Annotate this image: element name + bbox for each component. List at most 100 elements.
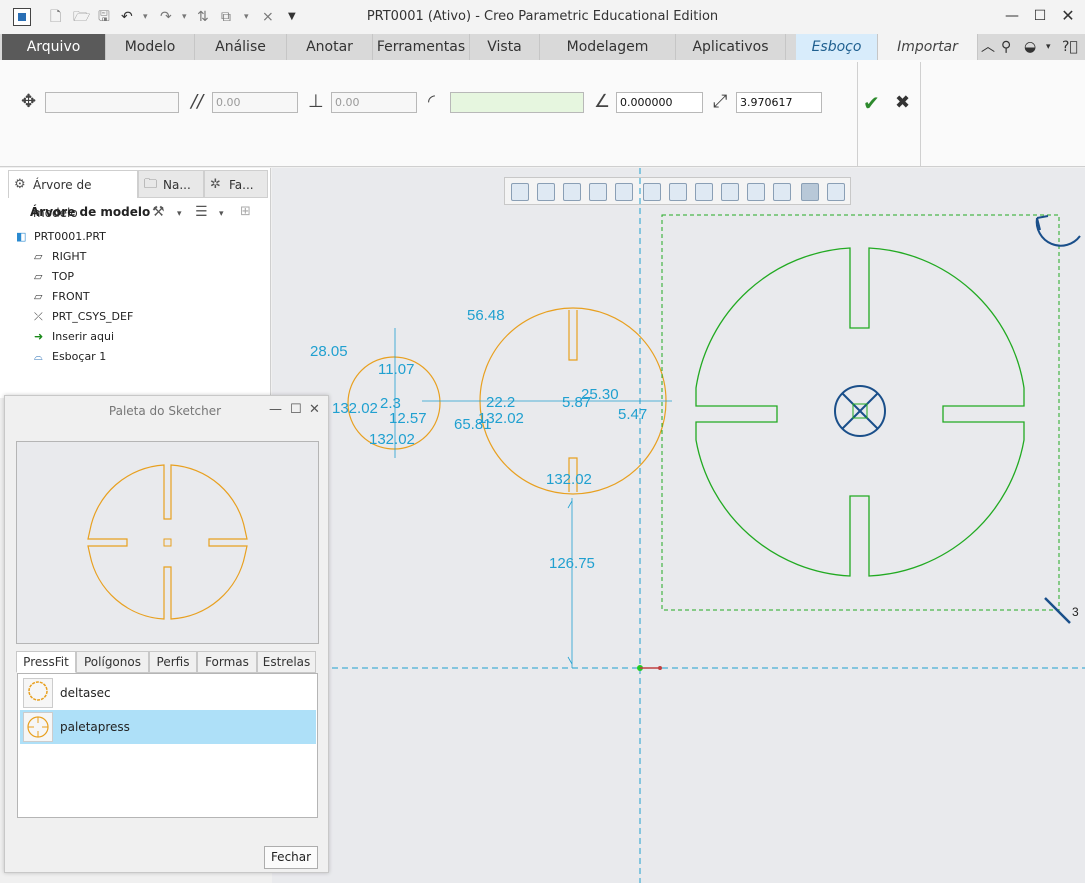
help-center-icon[interactable]: ◒ — [1024, 39, 1036, 55]
csys-icon: ⤫ — [34, 310, 43, 323]
scale-handle-label: 3 — [1072, 605, 1079, 619]
tab-navigator-folders[interactable]: 🗀 Na... — [138, 170, 204, 198]
dim-132-02-b: 132.02 — [369, 431, 415, 448]
tab-importar-secao[interactable]: Importar seção — [878, 34, 978, 81]
dim-56-48: 56.48 — [467, 307, 505, 324]
close-button[interactable]: Fechar — [264, 846, 318, 869]
tree-item-part[interactable]: ◧ PRT0001.PRT — [16, 228, 106, 246]
title-bar: 🗋 🗁 🖫 ↶ ▾ ↷ ▾ ⇅ ⧉ ▾ ⨯ ▼ PRT0001 (Ativo) … — [0, 0, 1085, 34]
dim-132-02-c: 132.02 — [478, 410, 524, 427]
tree-item-front[interactable]: ▱ FRONT — [34, 288, 90, 306]
tree-item-sketch[interactable]: ⌓ Esboçar 1 — [34, 348, 106, 366]
tree-filters-icon[interactable]: ☰ — [195, 204, 208, 220]
scale-icon: ⤢ — [713, 91, 728, 112]
reference-icon: ◜ — [428, 91, 435, 112]
palette-tab-pressfit[interactable]: PressFit — [16, 651, 76, 673]
tree-settings-dropdown-icon[interactable]: ▾ — [177, 209, 182, 219]
tree-item-csys[interactable]: ⤫ PRT_CSYS_DEF — [34, 308, 133, 326]
dim-5-47: 5.47 — [618, 406, 647, 423]
dim-126-75: 126.75 — [549, 555, 595, 572]
scale-field[interactable]: 3.970617 — [736, 92, 822, 113]
sketcher-palette-dialog: Paleta do Sketcher — ☐ ✕ PressFit Polígo… — [4, 395, 329, 873]
minimize-ribbon-icon[interactable]: ︿ — [981, 36, 995, 56]
palette-minimize-icon[interactable]: — — [269, 402, 282, 417]
medium-circle-slot-top — [568, 310, 578, 361]
dim-11-07: 11.07 — [378, 361, 414, 378]
model-tree-tab-icon: ⚙ — [14, 177, 26, 192]
palette-tab-estrelas[interactable]: Estrelas — [257, 651, 316, 673]
tab-modelagem-flexivel[interactable]: Modelagem flexível — [540, 34, 676, 81]
tab-aplicativos[interactable]: Aplicativos — [676, 34, 786, 60]
favorites-icon: ✲ — [210, 177, 221, 192]
import-section-dashboard: ✥ // 0.00 ⊥ 0.00 ◜ ∠ 0.000000 ⤢ 3.970617… — [0, 60, 1085, 167]
offset-2-field[interactable]: 0.00 — [331, 92, 417, 113]
dim-132-02-d: 132.02 — [546, 471, 592, 488]
tree-columns-icon[interactable]: ⊞ — [240, 204, 251, 219]
rotation-angle-field[interactable]: 0.000000 — [616, 92, 703, 113]
rotate-handle-arrow — [1036, 215, 1049, 231]
datum-plane-icon: ▱ — [34, 290, 43, 303]
palette-preview — [16, 441, 319, 644]
perpendicular-offset-icon: ⊥ — [308, 91, 324, 112]
position-field[interactable] — [45, 92, 179, 113]
palette-item-label: paletapress — [60, 720, 130, 734]
graphics-window[interactable]: 28.05 11.07 132.02 2.3 12.57 132.02 56.4… — [272, 168, 1085, 883]
insert-arrow-icon: ➜ — [34, 330, 44, 343]
cancel-x-icon[interactable]: ✖ — [895, 92, 910, 113]
tree-settings-icon[interactable]: ⚒ — [152, 204, 165, 220]
palette-close-icon[interactable]: ✕ — [309, 402, 320, 417]
window-title: PRT0001 (Ativo) - Creo Parametric Educat… — [366, 9, 719, 24]
tab-vista[interactable]: Vista — [470, 34, 540, 60]
palette-item-label: deltasec — [60, 686, 111, 700]
datum-plane-icon: ▱ — [34, 270, 43, 283]
tab-favorites[interactable]: ✲ Fa... — [204, 170, 268, 198]
close-icon[interactable]: ✕ — [1057, 6, 1079, 26]
dimension-arrow — [567, 656, 573, 665]
scale-handle — [1044, 597, 1071, 624]
palette-tab-poligonos[interactable]: Polígonos — [76, 651, 149, 673]
tab-esboco[interactable]: Esboço — [796, 34, 878, 60]
origin-axis-end — [658, 666, 662, 670]
tree-item-right[interactable]: ▱ RIGHT — [34, 248, 86, 266]
dimension-arrow — [567, 500, 573, 509]
dim-28-05: 28.05 — [310, 343, 348, 360]
palette-tab-perfis[interactable]: Perfis — [149, 651, 197, 673]
help-icon[interactable]: ?⃝ — [1062, 39, 1078, 55]
model-tree-header: Árvore de modelo — [30, 205, 151, 219]
ribbon-tabs: Arquivo Modelo Análise Anotar Ferramenta… — [0, 34, 1085, 81]
creo-window: 🗋 🗁 🖫 ↶ ▾ ↷ ▾ ⇅ ⧉ ▾ ⨯ ▼ PRT0001 (Ativo) … — [0, 0, 1085, 883]
dim-132-02-a: 132.02 — [332, 400, 378, 417]
paletapress-thumbnail-icon — [23, 712, 53, 742]
maximize-icon[interactable]: ☐ — [1029, 6, 1051, 26]
sketch-canvas: 28.05 11.07 132.02 2.3 12.57 132.02 56.4… — [310, 168, 1085, 883]
tree-item-top[interactable]: ▱ TOP — [34, 268, 74, 286]
parallel-offset-icon: // — [191, 91, 204, 112]
tab-model-tree[interactable]: ⚙ Árvore de modelo — [8, 170, 138, 220]
offset-1-field[interactable]: 0.00 — [212, 92, 298, 113]
reference-field[interactable] — [450, 92, 584, 113]
minimize-icon[interactable]: — — [1001, 6, 1023, 26]
sketch-icon: ⌓ — [34, 350, 43, 363]
folders-tab-label: Na... — [163, 178, 191, 192]
palette-maximize-icon[interactable]: ☐ — [290, 402, 302, 417]
palette-item-paletapress[interactable]: paletapress — [20, 710, 316, 744]
palette-shape-list: deltasec paletapress — [17, 673, 318, 818]
ok-check-icon[interactable]: ✔ — [863, 91, 880, 115]
tab-anotar[interactable]: Anotar — [287, 34, 373, 60]
dim-22-2: 22.2 — [486, 394, 515, 411]
palette-tab-formas[interactable]: Formas — [197, 651, 257, 673]
move-icon: ✥ — [21, 91, 37, 112]
model-tree-panel: ⚙ Árvore de modelo 🗀 Na... ✲ Fa... Árvor… — [0, 168, 271, 398]
tree-item-insert-here[interactable]: ➜ Inserir aqui — [34, 328, 114, 346]
tab-arquivo[interactable]: Arquivo — [2, 34, 106, 60]
tree-filters-dropdown-icon[interactable]: ▾ — [219, 209, 224, 219]
tab-analise[interactable]: Análise — [195, 34, 287, 60]
palette-item-deltasec[interactable]: deltasec — [20, 676, 316, 710]
favorites-tab-label: Fa... — [229, 178, 254, 192]
search-icon[interactable]: ⚲ — [1001, 39, 1011, 55]
help-dropdown-icon[interactable]: ▾ — [1046, 42, 1051, 52]
tab-modelo[interactable]: Modelo — [106, 34, 195, 60]
deltasec-thumbnail-icon — [23, 678, 53, 708]
tab-ferramentas[interactable]: Ferramentas — [373, 34, 470, 60]
rotate-handle — [1035, 217, 1081, 247]
